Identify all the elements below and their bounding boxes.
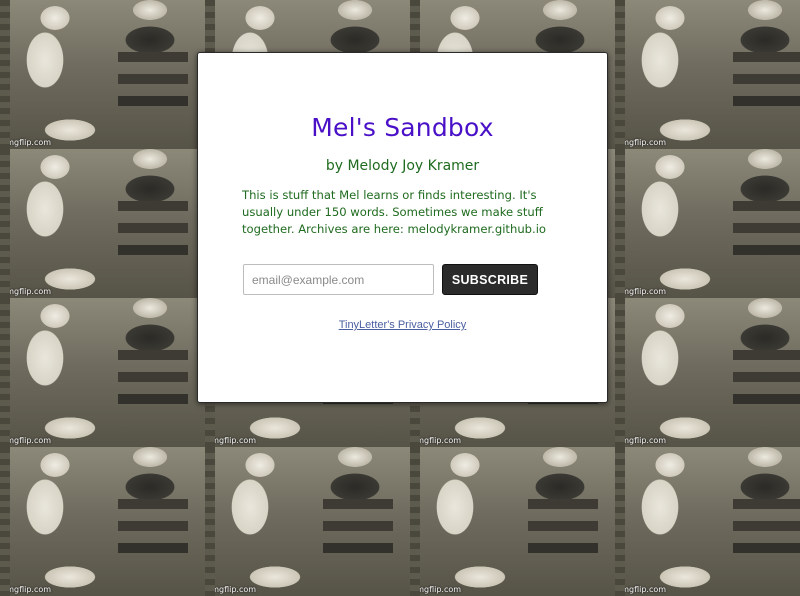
watermark-text: imgflip.com [619,436,667,445]
watermark-text: imgflip.com [4,436,52,445]
background-photo-tile: imgflip.com [205,447,410,596]
background-photo-tile: imgflip.com [615,447,800,596]
newsletter-byline: by Melody Joy Kramer [325,158,480,174]
watermark-text: imgflip.com [4,287,52,296]
subscribe-button[interactable]: SUBSCRIBE [442,264,538,295]
newsletter-description: This is stuff that Mel learns or finds i… [242,188,547,236]
background-photo-tile: imgflip.com [615,149,800,298]
background-photo-tile: imgflip.com [0,0,205,149]
watermark-text: imgflip.com [209,585,257,594]
signup-card: Mel's Sandbox by Melody Joy Kramer This … [197,52,608,403]
background-photo-tile: imgflip.com [0,149,205,298]
background-photo-tile: imgflip.com [615,0,800,149]
background-photo-tile: imgflip.com [615,298,800,447]
watermark-text: imgflip.com [414,585,462,594]
email-input[interactable] [243,264,434,295]
watermark-text: imgflip.com [414,436,462,445]
background-photo-tile: imgflip.com [0,298,205,447]
watermark-text: imgflip.com [619,138,667,147]
watermark-text: imgflip.com [619,585,667,594]
privacy-policy-link[interactable]: TinyLetter's Privacy Policy [198,319,607,331]
watermark-text: imgflip.com [209,436,257,445]
watermark-text: imgflip.com [4,585,52,594]
watermark-text: imgflip.com [619,287,667,296]
newsletter-title: Mel's Sandbox [311,113,494,142]
watermark-text: imgflip.com [4,138,52,147]
background-photo-tile: imgflip.com [0,447,205,596]
background-photo-tile: imgflip.com [410,447,615,596]
